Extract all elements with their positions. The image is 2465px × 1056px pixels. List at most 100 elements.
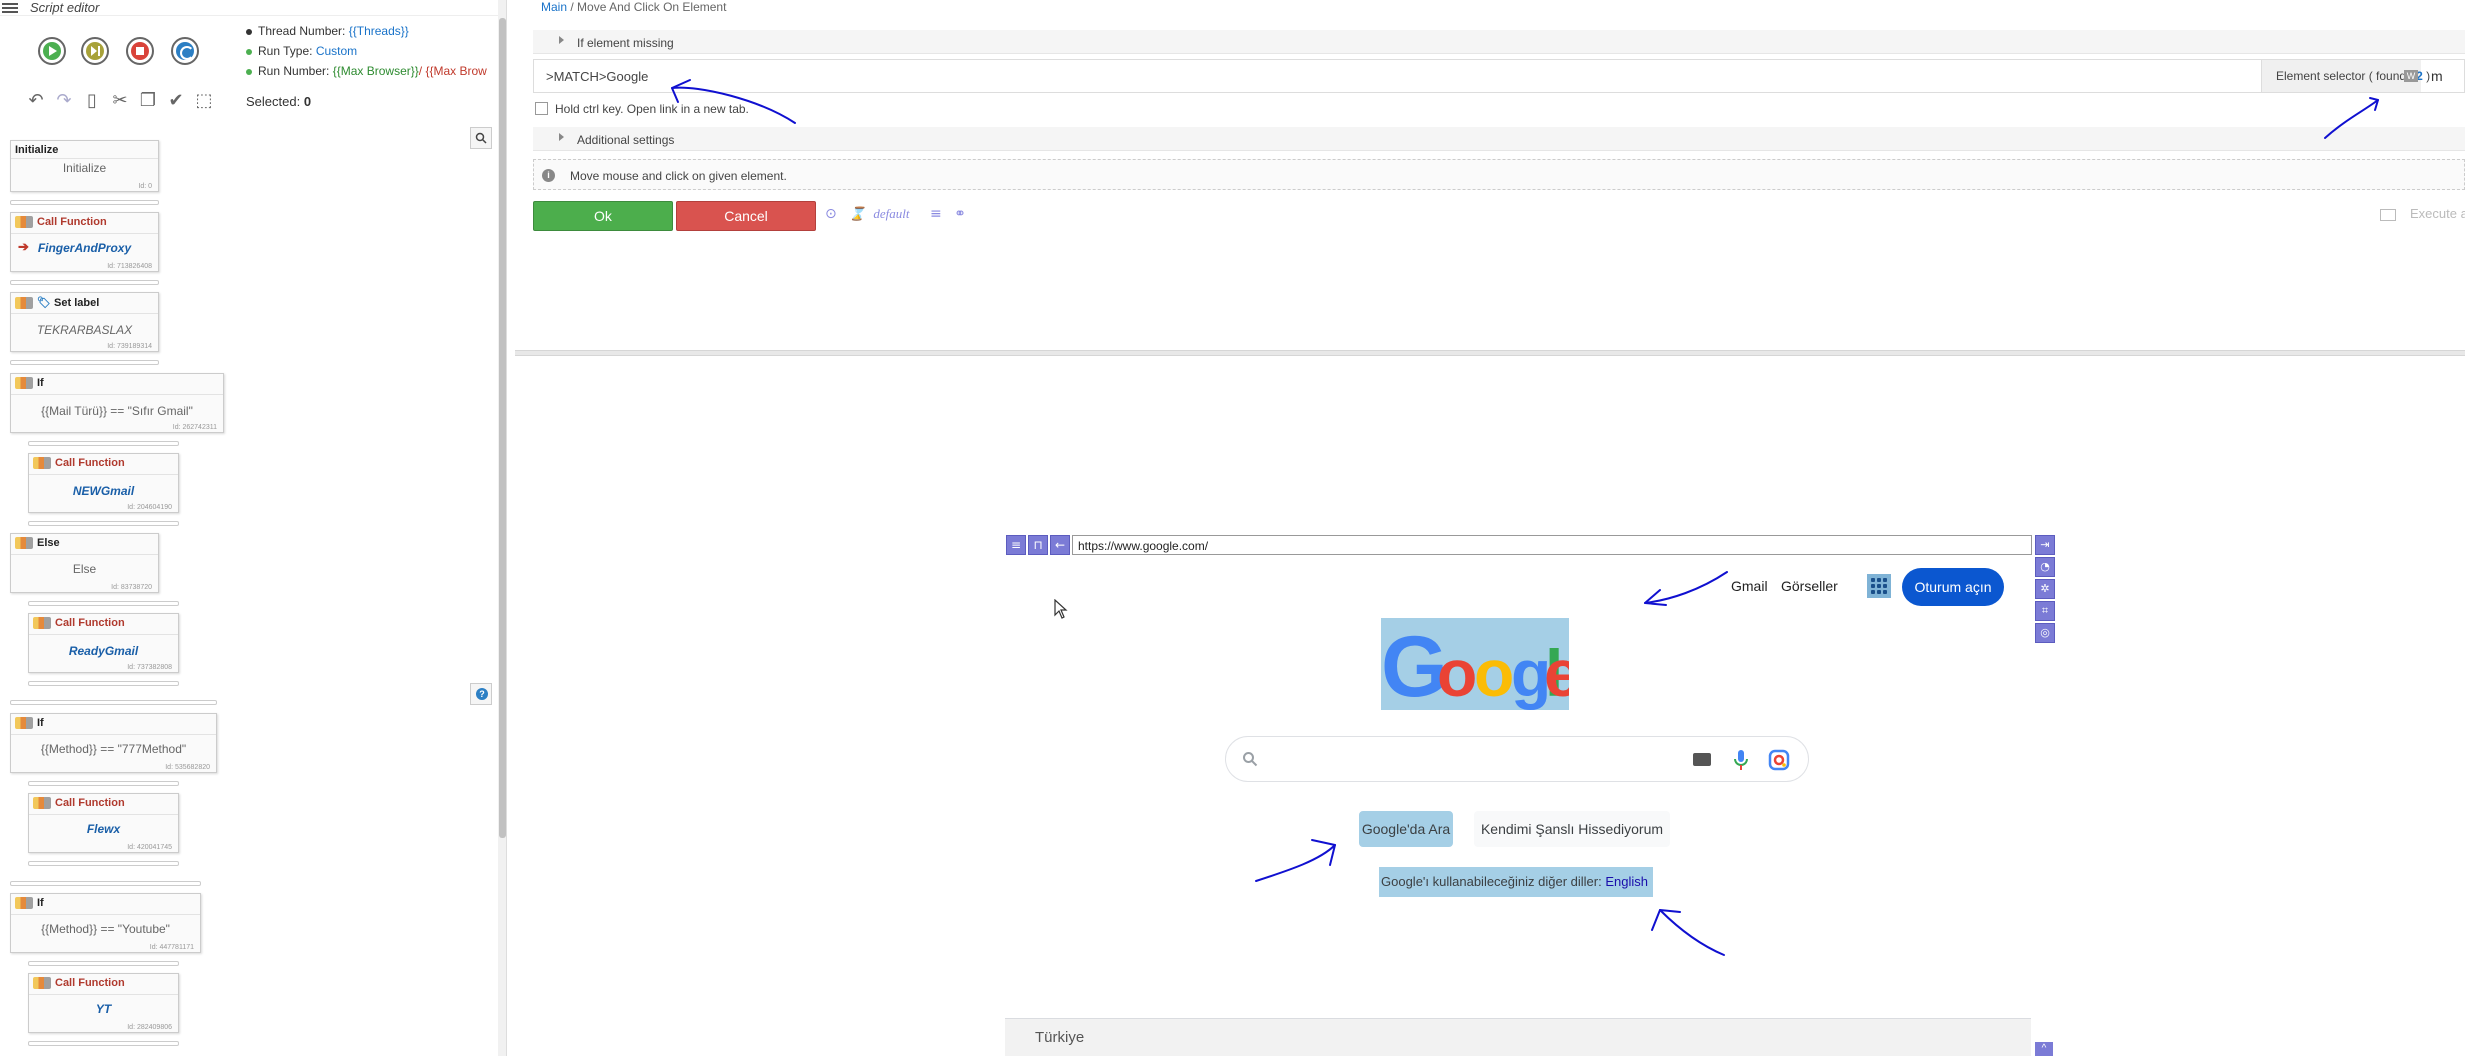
select-all-icon[interactable]: ⬚	[193, 90, 215, 112]
gmail-link[interactable]: Gmail	[1731, 578, 1768, 594]
element-selector-addon[interactable]: Element selector ( found 12 ) W	[2261, 60, 2430, 92]
run-number-info: Run Number: {{Max Browser}}/ {{Max Brow	[246, 64, 487, 78]
cut-icon[interactable]: ✂	[109, 90, 131, 112]
google-search-input[interactable]	[1225, 736, 1809, 782]
script-block-call-function[interactable]: Call Function Flewx Id: 420041745	[28, 793, 179, 853]
script-block-if[interactable]: If {{Mail Türü}} == "Sıfır Gmail" Id: 26…	[10, 373, 224, 433]
execute-action[interactable]: Execute a	[2380, 206, 2465, 221]
link-icon[interactable]: ⚭	[954, 206, 966, 222]
script-block-set-label[interactable]: 🏷 Set label TEKRARBASLAX Id: 739189314	[10, 292, 159, 352]
breadcrumb-main-link[interactable]: Main	[541, 0, 567, 14]
script-block-call-function[interactable]: Call Function ➔ FingerAndProxy Id: 71382…	[10, 212, 159, 272]
feeling-lucky-button[interactable]: Kendimi Şanslı Hissediyorum	[1474, 811, 1670, 847]
google-logo[interactable]: G o o g l e	[1381, 618, 1569, 710]
go-icon[interactable]: ⇥	[2035, 535, 2055, 555]
apps-grid-icon[interactable]	[1867, 574, 1891, 598]
block-divider	[11, 734, 216, 735]
block-connector	[28, 861, 179, 866]
function-icon	[33, 797, 51, 810]
google-lens-icon[interactable]	[1768, 749, 1790, 771]
block-header: Call Function	[33, 977, 125, 991]
stop-icon	[131, 42, 149, 60]
url-text: https://www.google.com/	[1078, 539, 1209, 553]
run-type-info: Run Type: Custom	[246, 44, 357, 58]
if-element-missing-label: If element missing	[577, 36, 674, 50]
script-block-call-function[interactable]: Call Function ReadyGmail Id: 737382808	[28, 613, 179, 673]
sign-in-button[interactable]: Oturum açın	[1902, 568, 2004, 606]
if-element-missing-toggle[interactable]: If element missing	[533, 30, 2465, 54]
browser-tabs-icon[interactable]: ⊓	[1028, 535, 1048, 555]
script-block-call-function[interactable]: Call Function NEWGmail Id: 204604190	[28, 453, 179, 513]
action-description: i Move mouse and click on given element.	[533, 159, 2465, 190]
selector-type-icon[interactable]: W	[2404, 70, 2418, 82]
stop-button[interactable]	[126, 37, 154, 65]
hold-ctrl-checkbox[interactable]	[535, 102, 548, 115]
additional-settings-toggle[interactable]: Additional settings	[533, 127, 2465, 151]
check-icon[interactable]: ✔	[165, 90, 187, 112]
block-id: Id: 447781171	[149, 944, 194, 951]
browser-menu-icon[interactable]: ≡	[1006, 535, 1026, 555]
play-button[interactable]	[38, 37, 66, 65]
left-scrollbar[interactable]	[498, 0, 506, 1056]
scrollbar-thumb[interactable]	[499, 18, 506, 838]
block-header: Call Function	[33, 797, 125, 811]
wifi-icon[interactable]: ◔	[2035, 557, 2055, 577]
step-icon	[86, 42, 104, 60]
function-icon	[33, 977, 51, 990]
menu-icon[interactable]	[2, 1, 18, 15]
block-id: Id: 713826408	[107, 263, 152, 270]
element-selector-input[interactable]: >MATCH>Google Element selector ( found 1…	[533, 59, 2465, 93]
block-divider	[11, 394, 223, 395]
app-title: Script editor	[30, 0, 100, 15]
google-search-button[interactable]: Google'da Ara	[1359, 811, 1453, 847]
block-divider	[29, 474, 178, 475]
keyboard-icon[interactable]	[1693, 753, 1711, 766]
selected-label: Selected:	[246, 94, 301, 109]
undo-icon[interactable]: ↶	[25, 90, 47, 112]
ok-button[interactable]: Ok	[533, 201, 673, 231]
block-connector	[10, 700, 217, 705]
new-file-icon[interactable]: ▯	[81, 90, 103, 112]
timeout-icon[interactable]: ⊙	[825, 206, 837, 222]
target-icon[interactable]: ◎	[2035, 623, 2055, 643]
step-button[interactable]	[81, 37, 109, 65]
script-block-call-function[interactable]: Call Function YT Id: 282409806	[28, 973, 179, 1033]
microphone-icon[interactable]	[1734, 749, 1748, 771]
settings-sliders-icon[interactable]: ≡	[930, 206, 942, 222]
selected-count: Selected: 0	[246, 94, 311, 109]
screenshot-icon[interactable]: ⌗	[2035, 601, 2055, 621]
chevron-right-icon	[559, 36, 564, 44]
block-body: YT	[95, 1002, 112, 1016]
svg-text:e: e	[1544, 636, 1569, 710]
block-connector	[28, 521, 179, 526]
run-number-sep: /	[418, 64, 423, 78]
block-type: Set label	[54, 297, 100, 309]
scroll-up-icon[interactable]: ^	[2035, 1042, 2053, 1056]
script-block-initialize[interactable]: Initialize Initialize Id: 0	[10, 140, 159, 192]
chevron-right-icon	[559, 133, 564, 141]
script-block-else[interactable]: Else Else Id: 83738720	[10, 533, 159, 593]
help-button[interactable]: ?	[470, 683, 492, 705]
cancel-button[interactable]: Cancel	[676, 201, 816, 231]
script-block-if[interactable]: If {{Method}} == "Youtube" Id: 447781171	[10, 893, 201, 953]
block-connector	[10, 200, 159, 205]
copy-icon[interactable]: ❐	[137, 90, 159, 112]
breadcrumb-separator: /	[570, 0, 574, 14]
google-footer: Türkiye	[1005, 1018, 2031, 1056]
run-number-value-b: {{Max Brow	[425, 64, 487, 78]
redo-icon[interactable]: ↷	[53, 90, 75, 112]
block-header: If	[15, 717, 44, 731]
back-arrow-icon[interactable]: ←	[1050, 535, 1070, 555]
default-speed-option[interactable]: ⌛ default	[849, 206, 917, 221]
settings-icon[interactable]: ✲	[2035, 579, 2055, 599]
english-link[interactable]: English	[1605, 874, 1648, 889]
url-bar[interactable]: https://www.google.com/	[1072, 535, 2032, 555]
reload-button[interactable]	[171, 37, 199, 65]
search-button[interactable]	[470, 127, 492, 149]
block-header: Call Function	[15, 216, 107, 230]
breadcrumb: Main / Move And Click On Element	[541, 0, 726, 14]
images-link[interactable]: Görseller	[1781, 578, 1838, 594]
script-block-if[interactable]: If {{Method}} == "777Method" Id: 5356828…	[10, 713, 217, 773]
block-connector	[28, 781, 179, 786]
function-icon	[33, 617, 51, 630]
